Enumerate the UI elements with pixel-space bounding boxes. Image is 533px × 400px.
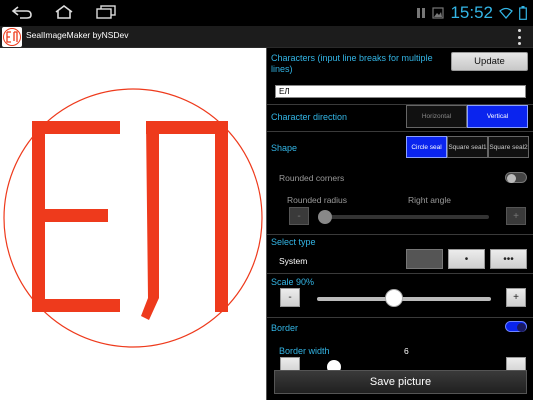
radius-increase-button[interactable]: + bbox=[506, 207, 526, 225]
radius-slider-track[interactable] bbox=[321, 215, 489, 219]
scale-slider-track[interactable] bbox=[317, 297, 491, 301]
direction-horizontal-button[interactable]: Horizontal bbox=[406, 105, 467, 128]
home-icon[interactable] bbox=[53, 4, 75, 20]
right-angle-label: Right angle bbox=[408, 195, 452, 205]
seal-glyph-l bbox=[141, 121, 228, 320]
characters-label: Characters (input line breaks for multip… bbox=[271, 53, 433, 74]
seal-glyph-e bbox=[32, 121, 120, 312]
battery-icon bbox=[519, 6, 527, 20]
app-logo-icon bbox=[2, 27, 22, 47]
direction-vertical-button[interactable]: Vertical bbox=[467, 105, 528, 128]
select-type-more-button[interactable]: ••• bbox=[490, 249, 527, 269]
character-direction-label: Character direction bbox=[271, 112, 348, 122]
scale-decrease-button[interactable]: - bbox=[280, 288, 300, 307]
select-type-dot-button[interactable]: • bbox=[448, 249, 485, 269]
scale-label: Scale 90% bbox=[271, 277, 315, 287]
clock: 15:52 bbox=[450, 3, 493, 22]
divider bbox=[267, 317, 533, 318]
border-toggle[interactable] bbox=[505, 321, 527, 332]
radius-decrease-button[interactable]: - bbox=[289, 207, 309, 225]
pause-icon bbox=[417, 8, 426, 18]
shape-circle-seal-button[interactable]: Circle seal bbox=[406, 136, 447, 158]
overflow-menu-icon[interactable] bbox=[515, 28, 523, 46]
divider bbox=[267, 234, 533, 235]
characters-input[interactable]: ЕЛ bbox=[275, 85, 526, 98]
recent-apps-icon[interactable] bbox=[94, 4, 118, 20]
app-bar: SealImageMaker byNSDev bbox=[0, 26, 533, 48]
select-type-label: Select type bbox=[271, 237, 316, 247]
back-icon[interactable] bbox=[10, 4, 34, 20]
border-label: Border bbox=[271, 323, 299, 333]
seal-preview bbox=[0, 48, 266, 400]
select-type-option-button[interactable] bbox=[406, 249, 443, 269]
save-picture-button[interactable]: Save picture bbox=[274, 370, 527, 394]
wifi-icon bbox=[499, 7, 513, 19]
settings-panel[interactable]: Characters (input line breaks for multip… bbox=[266, 48, 533, 400]
rounded-corners-label: Rounded corners bbox=[279, 173, 345, 183]
status-bar: 15:52 bbox=[0, 0, 533, 26]
shape-square-seal1-button[interactable]: Square seal1 bbox=[447, 136, 488, 158]
app-title: SealImageMaker byNSDev bbox=[26, 30, 129, 40]
border-width-label: Border width bbox=[279, 346, 330, 356]
divider bbox=[267, 273, 533, 274]
select-type-value: System bbox=[279, 256, 308, 266]
shape-label: Shape bbox=[271, 143, 298, 153]
shape-square-seal2-button[interactable]: Square seal2 bbox=[488, 136, 529, 158]
update-button[interactable]: Update bbox=[451, 52, 528, 71]
image-icon bbox=[432, 7, 445, 19]
scale-increase-button[interactable]: + bbox=[506, 288, 526, 307]
divider bbox=[267, 131, 533, 132]
scale-slider-thumb[interactable] bbox=[385, 289, 403, 307]
radius-slider-thumb[interactable] bbox=[318, 210, 332, 224]
border-width-value: 6 bbox=[404, 346, 409, 356]
rounded-radius-label: Rounded radius bbox=[287, 195, 348, 205]
seal-image bbox=[3, 88, 263, 348]
rounded-corners-toggle[interactable] bbox=[505, 172, 527, 183]
